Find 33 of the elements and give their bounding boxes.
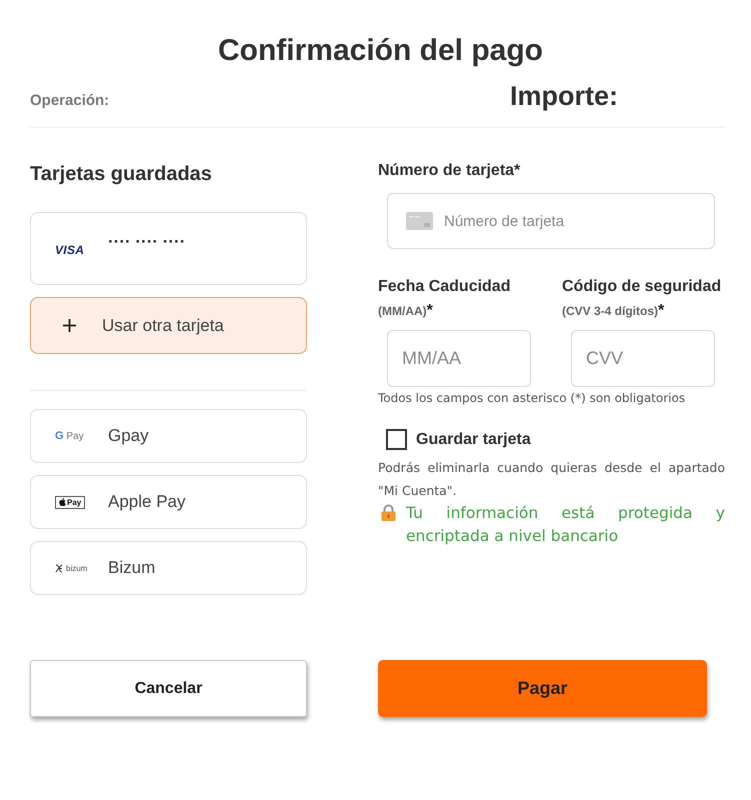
wallet-logo: G Pay [55,430,84,442]
wallet-option[interactable]: G Pay Gpay [30,409,307,463]
field-hint: (CVV 3-4 dígitos)* [562,302,664,320]
wallet-option[interactable]: Pay Apple Pay [30,475,307,529]
new-card-option[interactable]: Usar otra tarjeta [30,297,307,354]
page-title: Confirmación del pago [216,33,544,69]
cvv-field[interactable]: CVV [571,330,715,387]
amount-label: Importe: [510,81,618,112]
apple-icon [59,498,66,506]
section-heading: Tarjetas guardadas [30,162,212,187]
card-brand-logo: VISA [55,243,86,257]
wallet-logo: bizum [66,564,88,572]
padlock-icon [381,504,396,521]
wallet-option[interactable]: bizum Bizum [30,541,307,595]
cancel-button[interactable]: Cancelar [30,660,307,717]
checkbox-label: Guardar tarjeta [416,430,531,448]
security-note: Tu información está protegida y encriptada a nivel bancario [406,503,725,547]
field-hint: (MM/AA)* [378,302,433,320]
field-label: Fecha Caducidad [378,277,510,297]
field-label: Código de seguridad [562,277,722,297]
pay-button[interactable]: Pagar [378,660,707,717]
plus-icon [63,319,76,332]
card-number-field[interactable]: Número de tarjeta [387,193,715,249]
saved-card-option[interactable]: VISA ···· ···· ···· [30,212,307,285]
save-card-note: Podrás eliminarla cuando quieras desde el apartado "Mi Cuenta". [378,459,725,500]
save-card-checkbox[interactable] [386,429,407,450]
expiry-field[interactable]: MM/AA [387,330,531,387]
required-fields-note: Todos los campos con asterisco (*) son obligatorios [378,391,686,405]
logo-text: Pay [67,498,82,506]
field-label: Número de tarjeta* [378,161,520,181]
card-icon [406,212,433,230]
operation-label: Operación: [30,92,110,109]
brand-mark-icon [55,564,63,572]
